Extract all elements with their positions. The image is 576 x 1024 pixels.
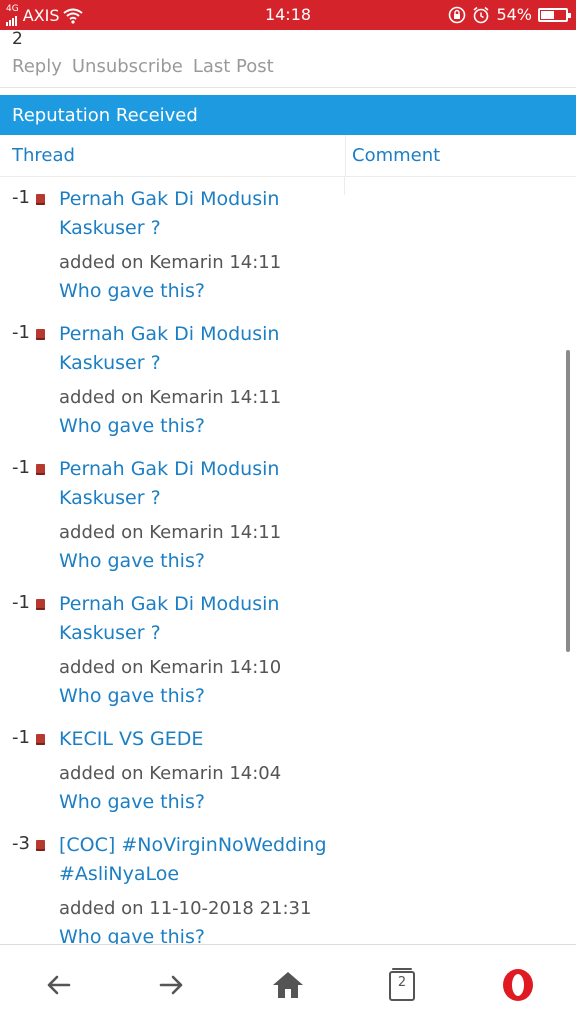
reputation-score: -1	[12, 187, 30, 208]
thread-link[interactable]: Pernah Gak Di Modusin Kaskuser ?	[59, 320, 329, 378]
opera-menu-button[interactable]	[498, 965, 538, 1005]
thread-link[interactable]: Pernah Gak Di Modusin Kaskuser ?	[59, 185, 329, 243]
added-date: added on Kemarin 14:10	[59, 657, 282, 678]
reputation-item: -1 Pernah Gak Di Modusin Kaskuser ? adde…	[0, 582, 576, 717]
browser-bottom-nav: 2	[0, 944, 576, 1024]
negative-reputation-icon	[36, 329, 45, 340]
opera-logo-icon	[503, 969, 533, 1001]
reputation-body: Pernah Gak Di Modusin Kaskuser ? added o…	[59, 320, 329, 441]
negative-reputation-icon	[36, 599, 45, 610]
who-gave-link[interactable]: Who gave this?	[59, 412, 329, 441]
unsubscribe-link[interactable]: Unsubscribe	[72, 56, 183, 77]
reputation-body: KECIL VS GEDE added on Kemarin 14:04 Who…	[59, 725, 329, 817]
who-gave-link[interactable]: Who gave this?	[59, 923, 329, 944]
added-date: added on Kemarin 14:11	[59, 387, 282, 408]
column-header-comment: Comment	[345, 135, 576, 177]
negative-reputation-icon	[36, 734, 45, 745]
home-icon	[273, 972, 303, 998]
who-gave-link[interactable]: Who gave this?	[59, 547, 329, 576]
reputation-body: [COC] #NoVirginNoWedding #AsliNyaLoe add…	[59, 831, 329, 944]
reputation-body: Pernah Gak Di Modusin Kaskuser ? added o…	[59, 590, 329, 711]
reputation-score: -1	[12, 322, 30, 343]
who-gave-link[interactable]: Who gave this?	[59, 682, 329, 711]
divider	[0, 87, 576, 88]
section-title: Reputation Received	[0, 95, 576, 135]
forward-arrow-icon	[159, 975, 183, 995]
thread-link[interactable]: [COC] #NoVirginNoWedding #AsliNyaLoe	[59, 831, 329, 889]
reply-link[interactable]: Reply	[12, 56, 62, 77]
reputation-item: -1 Pernah Gak Di Modusin Kaskuser ? adde…	[0, 177, 576, 312]
reputation-item: -1 Pernah Gak Di Modusin Kaskuser ? adde…	[0, 312, 576, 447]
thread-link[interactable]: Pernah Gak Di Modusin Kaskuser ?	[59, 455, 329, 513]
scrollbar[interactable]	[566, 350, 570, 652]
reputation-item: -3 [COC] #NoVirginNoWedding #AsliNyaLoe …	[0, 823, 576, 944]
reputation-score: -1	[12, 592, 30, 613]
forward-button[interactable]	[152, 965, 192, 1005]
reputation-score: -3	[12, 833, 30, 854]
negative-reputation-icon	[36, 464, 45, 475]
status-right: 54%	[448, 5, 571, 24]
post-count: 2	[12, 29, 23, 49]
table-header: Thread Comment	[0, 135, 576, 177]
alarm-icon	[473, 6, 489, 23]
negative-reputation-icon	[36, 840, 45, 851]
last-post-link[interactable]: Last Post	[193, 56, 274, 77]
column-header-thread: Thread	[12, 145, 75, 166]
lock-rotation-icon	[449, 6, 466, 23]
home-button[interactable]	[268, 965, 308, 1005]
thread-link[interactable]: KECIL VS GEDE	[59, 725, 329, 754]
reputation-item: -1 Pernah Gak Di Modusin Kaskuser ? adde…	[0, 447, 576, 582]
back-button[interactable]	[38, 965, 78, 1005]
reputation-score: -1	[12, 457, 30, 478]
post-actions: Reply Unsubscribe Last Post	[12, 56, 274, 77]
negative-reputation-icon	[36, 194, 45, 205]
tab-count: 2	[397, 975, 407, 990]
back-arrow-icon	[47, 975, 71, 995]
thread-link[interactable]: Pernah Gak Di Modusin Kaskuser ?	[59, 590, 329, 648]
reputation-score: -1	[12, 727, 30, 748]
reputation-body: Pernah Gak Di Modusin Kaskuser ? added o…	[59, 455, 329, 576]
reputation-item: -1 KECIL VS GEDE added on Kemarin 14:04 …	[0, 717, 576, 823]
battery-percent: 54%	[496, 5, 532, 24]
reputation-list: -1 Pernah Gak Di Modusin Kaskuser ? adde…	[0, 177, 576, 944]
who-gave-link[interactable]: Who gave this?	[59, 277, 329, 306]
reputation-body: Pernah Gak Di Modusin Kaskuser ? added o…	[59, 185, 329, 306]
added-date: added on Kemarin 14:11	[59, 522, 282, 543]
added-date: added on Kemarin 14:04	[59, 763, 282, 784]
added-date: added on Kemarin 14:11	[59, 252, 282, 273]
status-bar: 4G AXIS 14:18 54%	[0, 0, 576, 30]
tabs-button[interactable]: 2	[382, 965, 422, 1005]
added-date: added on 11-10-2018 21:31	[59, 898, 312, 919]
battery-icon	[538, 7, 571, 22]
who-gave-link[interactable]: Who gave this?	[59, 788, 329, 817]
